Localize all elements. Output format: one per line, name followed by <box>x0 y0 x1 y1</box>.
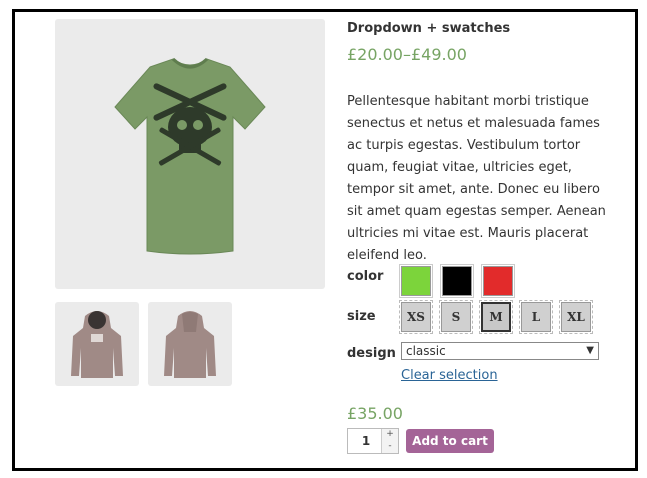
size-label: size <box>347 309 376 324</box>
price-range: £20.00–£49.00 <box>347 45 467 64</box>
hoodie-back-image <box>164 311 216 378</box>
main-product-image[interactable] <box>55 19 325 289</box>
size-m[interactable]: M <box>479 300 513 334</box>
product-title: Dropdown + swatches <box>347 21 511 36</box>
quantity-value[interactable]: 1 <box>348 434 384 448</box>
clear-selection-link[interactable]: Clear selection <box>401 368 498 383</box>
size-s[interactable]: S <box>439 300 473 334</box>
color-label: color <box>347 269 384 284</box>
quantity-decrement-button[interactable]: - <box>381 441 398 453</box>
swatch-red[interactable] <box>481 264 515 298</box>
product-description: Pellentesque habitant morbi tristique se… <box>347 94 606 263</box>
hoodie-front-image <box>71 311 123 378</box>
swatch-green[interactable] <box>399 264 433 298</box>
design-label: design <box>347 346 396 361</box>
thumbnail-hoodie-front[interactable] <box>55 302 139 386</box>
thumbnail-hoodie-back[interactable] <box>148 302 232 386</box>
variation-price: £35.00 <box>347 404 403 423</box>
size-xs[interactable]: XS <box>399 300 433 334</box>
swatch-black[interactable] <box>440 264 474 298</box>
add-to-cart-button[interactable]: Add to cart <box>406 429 494 453</box>
design-selected-value: classic <box>406 344 446 358</box>
design-select[interactable]: classic ▼ <box>401 342 599 360</box>
product-frame: Dropdown + swatches £20.00–£49.00 Pellen… <box>12 9 638 471</box>
dropdown-arrow-icon: ▼ <box>586 345 594 356</box>
size-xl[interactable]: XL <box>559 300 593 334</box>
quantity-stepper[interactable]: 1 + - <box>347 428 399 454</box>
size-l[interactable]: L <box>519 300 553 334</box>
tshirt-image <box>114 57 266 255</box>
